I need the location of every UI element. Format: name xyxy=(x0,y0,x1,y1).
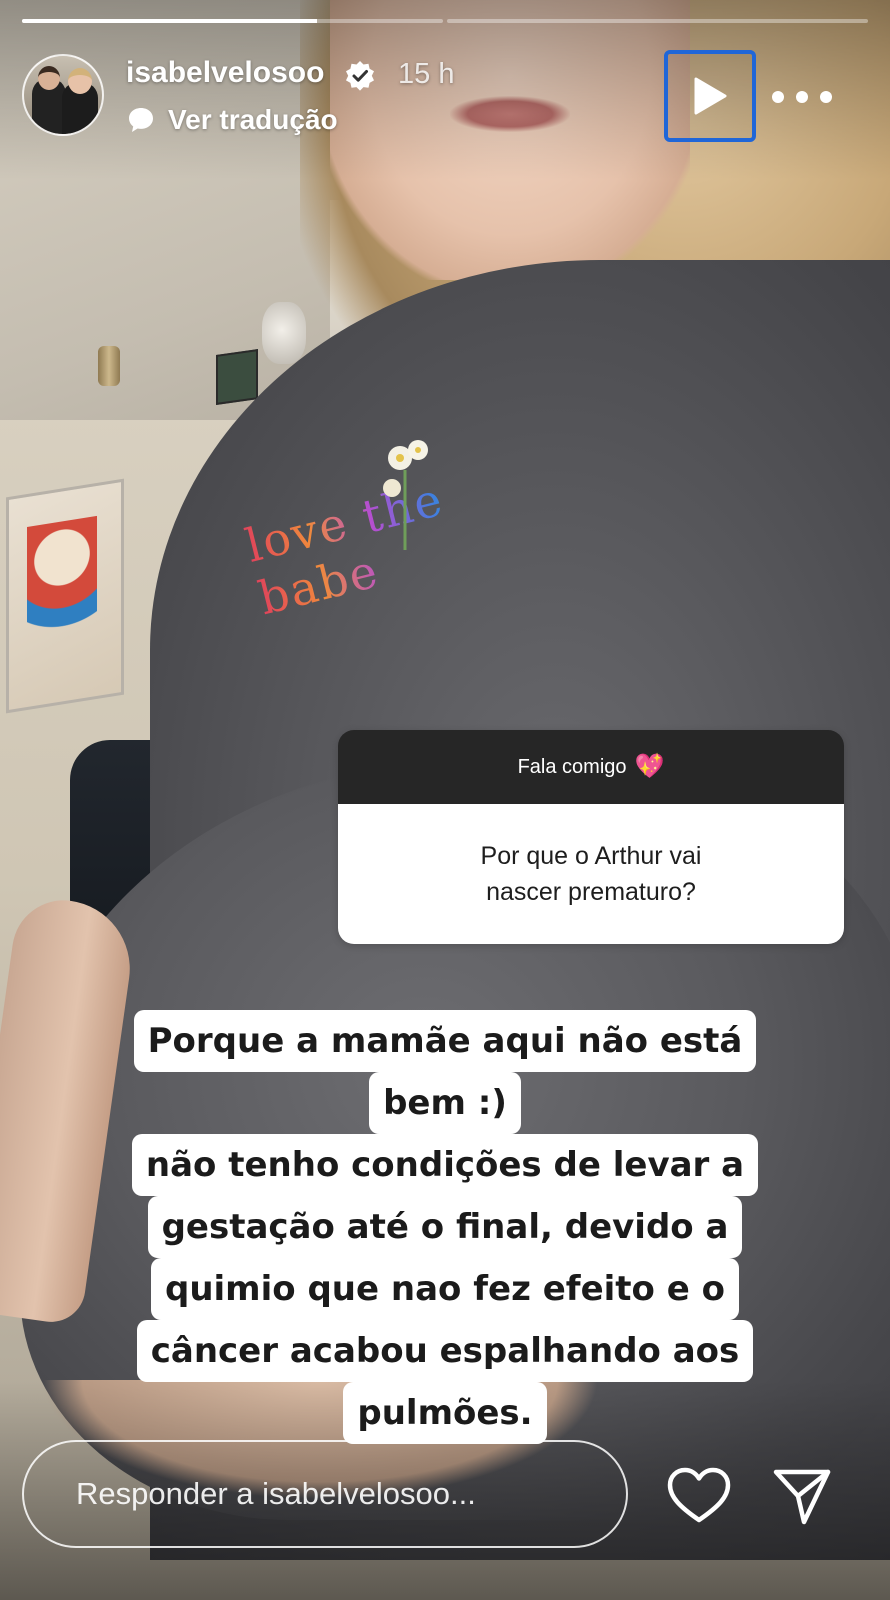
answer-text-block: Porque a mamãe aqui não está bem :) não … xyxy=(120,1010,770,1444)
flower-embroidery xyxy=(383,440,428,550)
reply-input[interactable]: Responder a isabelvelosoo... xyxy=(22,1440,628,1548)
sparkling-heart-icon: 💖 xyxy=(634,753,665,780)
answer-line: Porque a mamãe aqui não está xyxy=(133,1010,757,1072)
progress-segment xyxy=(22,19,443,23)
reply-placeholder: Responder a isabelvelosoo... xyxy=(76,1476,476,1511)
story-viewer[interactable]: love the babe isabelvelosoo 15 h Ver tra… xyxy=(0,0,890,1600)
speech-bubble-icon xyxy=(129,108,153,132)
question-sticker-header: Fala comigo 💖 xyxy=(338,730,844,804)
play-icon xyxy=(694,77,727,115)
play-button[interactable] xyxy=(664,50,756,142)
verified-badge-icon xyxy=(346,61,374,91)
see-translation-label: Ver tradução xyxy=(168,104,338,135)
progress-segment-fill xyxy=(22,19,317,23)
username[interactable]: isabelvelosoo xyxy=(126,56,324,90)
heart-icon[interactable] xyxy=(666,1466,732,1526)
answer-line: não tenho condições de levar a xyxy=(131,1134,759,1196)
question-sticker[interactable]: Fala comigo 💖 Por que o Arthur vai nasce… xyxy=(338,730,844,944)
question-sticker-title: Fala comigo xyxy=(517,755,627,778)
more-options-button[interactable] xyxy=(772,82,832,112)
answer-line: câncer acabou espalhando aos xyxy=(136,1320,754,1382)
avatar[interactable] xyxy=(22,54,104,136)
send-icon[interactable] xyxy=(770,1464,834,1528)
progress-segment xyxy=(447,19,868,23)
question-sticker-body: Por que o Arthur vai nascer prematuro? xyxy=(338,804,844,944)
answer-line: pulmões. xyxy=(343,1382,547,1444)
answer-line: quimio que nao fez efeito e o xyxy=(150,1258,739,1320)
answer-line: gestação até o final, devido a xyxy=(147,1196,743,1258)
answer-line: bem :) xyxy=(369,1072,521,1134)
question-text: Por que o Arthur vai nascer prematuro? xyxy=(480,841,702,906)
story-progress-bar xyxy=(22,19,868,23)
post-timestamp: 15 h xyxy=(398,58,455,90)
see-translation-button[interactable]: Ver tradução xyxy=(126,104,338,136)
more-horizontal-icon xyxy=(772,91,784,103)
